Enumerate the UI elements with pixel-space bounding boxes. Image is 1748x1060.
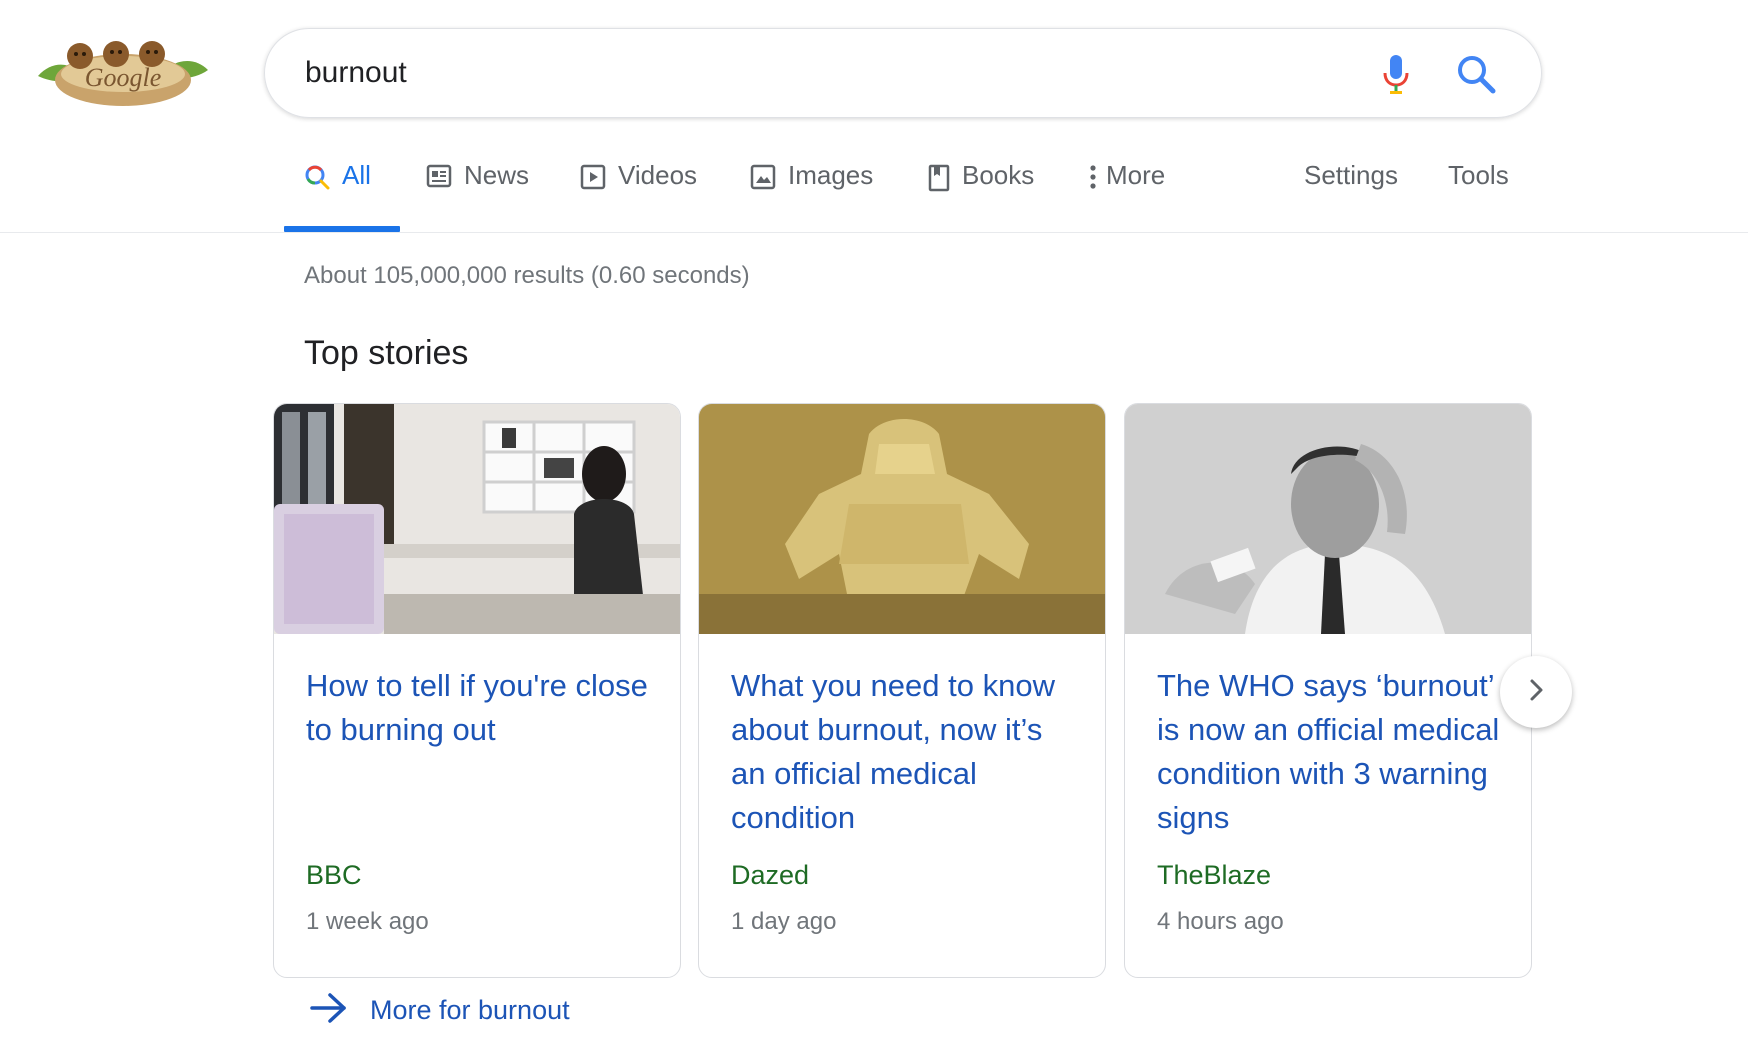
story-source: BBC — [306, 860, 362, 890]
tab-images[interactable]: Images — [750, 160, 873, 232]
news-icon — [426, 164, 452, 195]
tab-label: All — [342, 160, 371, 190]
search-input[interactable] — [305, 49, 1305, 97]
story-thumbnail — [699, 404, 1105, 634]
tab-news[interactable]: News — [426, 160, 529, 232]
story-source: TheBlaze — [1157, 860, 1272, 890]
tab-books[interactable]: Books — [928, 160, 1034, 232]
story-time: 4 hours ago — [1157, 908, 1284, 935]
image-icon — [750, 164, 776, 197]
story-card-2[interactable]: What you need to know about burnout, now… — [698, 403, 1106, 978]
search-icon — [304, 164, 330, 197]
story-title[interactable]: The WHO says ‘burnout’ is now an officia… — [1157, 664, 1507, 840]
top-stories-heading: Top stories — [304, 334, 469, 372]
logo-text: Google — [85, 63, 162, 92]
google-doodle-logo[interactable]: Google — [34, 38, 212, 108]
microphone-icon[interactable] — [1381, 53, 1411, 95]
search-box[interactable] — [264, 28, 1542, 118]
tab-videos[interactable]: Videos — [580, 160, 697, 232]
tabs-divider — [0, 232, 1748, 233]
tab-label: More — [1106, 160, 1166, 190]
story-time: 1 week ago — [306, 908, 429, 935]
tab-label: News — [464, 160, 530, 190]
story-thumbnail — [1125, 404, 1531, 634]
more-stories-label: More for burnout — [370, 995, 570, 1025]
search-icon[interactable] — [1455, 53, 1497, 95]
result-stats: About 105,000,000 results (0.60 seconds) — [304, 262, 750, 289]
story-title[interactable]: What you need to know about burnout, now… — [731, 664, 1081, 840]
story-card-1[interactable]: How to tell if you're close to burning o… — [273, 403, 681, 978]
tab-label: Videos — [618, 160, 698, 190]
carousel-next-button[interactable] — [1500, 656, 1572, 728]
tools-link[interactable]: Tools — [1448, 160, 1509, 232]
tools-label: Tools — [1448, 160, 1509, 190]
arrow-right-icon — [310, 992, 348, 1029]
story-thumbnail — [274, 404, 680, 634]
video-icon — [580, 164, 606, 197]
tab-all[interactable]: All — [304, 160, 371, 232]
story-card-3[interactable]: The WHO says ‘burnout’ is now an officia… — [1124, 403, 1532, 978]
story-time: 1 day ago — [731, 908, 837, 935]
story-source: Dazed — [731, 860, 810, 890]
settings-link[interactable]: Settings — [1304, 160, 1398, 232]
more-stories-link[interactable]: More for burnout — [310, 992, 570, 1029]
tab-more[interactable]: More — [1088, 160, 1165, 232]
tab-label: Books — [962, 160, 1035, 190]
settings-label: Settings — [1304, 160, 1398, 190]
story-title[interactable]: How to tell if you're close to burning o… — [306, 664, 656, 752]
book-icon — [928, 164, 950, 199]
more-vert-icon — [1088, 164, 1098, 197]
chevron-right-icon — [1526, 677, 1546, 708]
tab-label: Images — [788, 160, 874, 190]
search-tabs: All News Videos Images Books More Settin… — [284, 160, 1748, 232]
